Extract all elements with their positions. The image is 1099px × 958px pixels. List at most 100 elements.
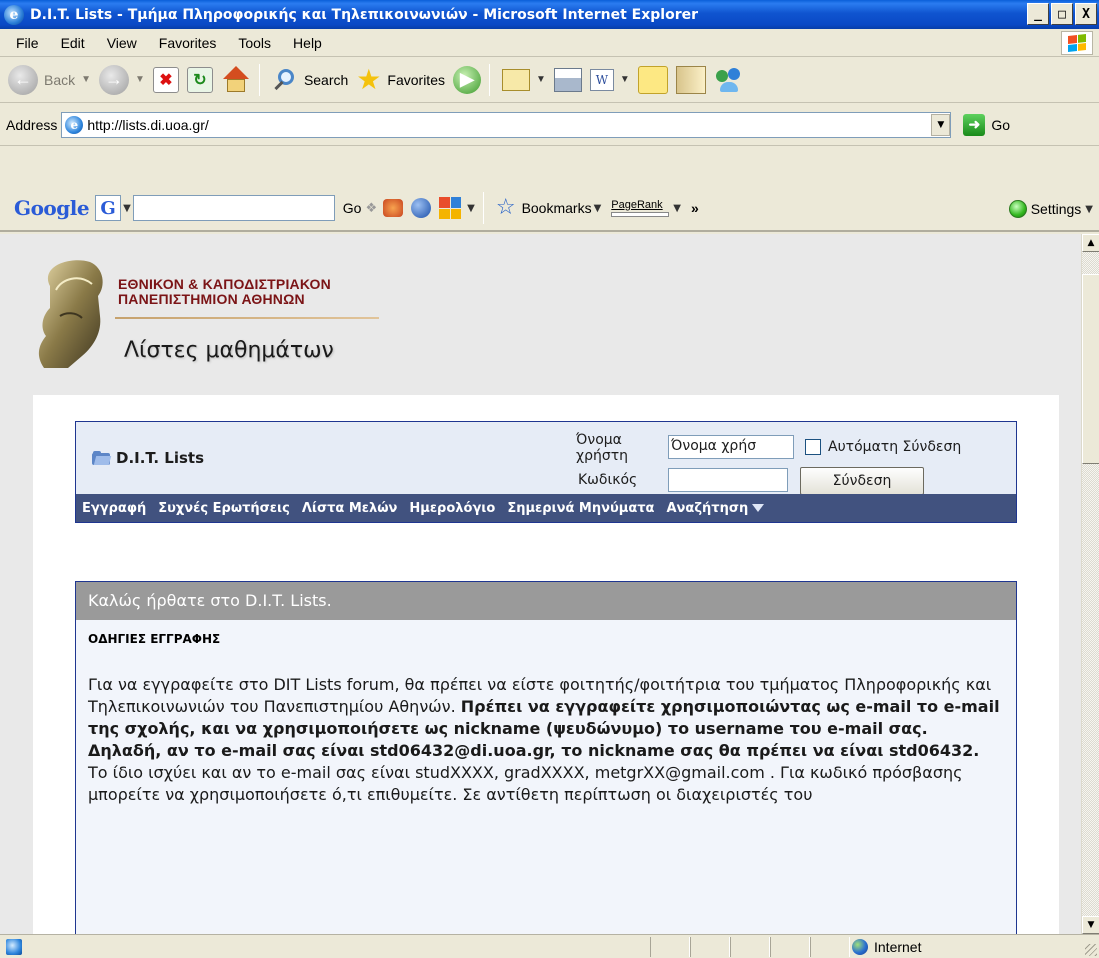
university-line-2: ΠΑΝΕΠΙΣΤΗΜΙΟΝ ΑΘΗΝΩΝ (118, 291, 305, 307)
status-cell (650, 937, 690, 957)
mail-button[interactable]: ▼ (501, 68, 546, 91)
scrollbar-thumb[interactable] (1082, 274, 1099, 464)
bookmarks-button[interactable]: Bookmarks (522, 200, 592, 216)
chevron-down-icon[interactable]: ▼ (620, 74, 630, 85)
back-arrow-icon: ← (8, 64, 38, 95)
messenger-icon (714, 66, 744, 94)
toolbar-separator (258, 63, 260, 96)
chevron-down-icon[interactable]: ▼ (123, 203, 131, 214)
forward-button[interactable]: → ▼ (99, 64, 145, 95)
google-news-icon[interactable] (383, 199, 404, 217)
security-zone[interactable]: Internet (852, 937, 921, 957)
close-button[interactable]: X (1075, 3, 1097, 25)
edit-word-button[interactable]: W ▼ (589, 68, 630, 91)
resize-grip-icon[interactable] (1085, 944, 1097, 956)
maximize-button[interactable]: □ (1051, 3, 1073, 25)
scroll-down-icon[interactable]: ▼ (1082, 916, 1099, 934)
menu-view[interactable]: View (103, 33, 141, 53)
nav-calendar[interactable]: Ημερολόγιο (409, 501, 495, 516)
search-button[interactable]: Search (272, 67, 348, 93)
go-label: Go (991, 116, 1011, 133)
welcome-title: Καλώς ήρθατε στο D.I.T. Lists. (76, 582, 1016, 620)
nav-todays-posts[interactable]: Σημερινά Μηνύματα (507, 501, 654, 516)
zone-label: Internet (874, 939, 922, 955)
menu-favorites[interactable]: Favorites (155, 33, 221, 53)
media-button[interactable]: ▶ (452, 65, 481, 94)
more-button[interactable]: » (691, 200, 699, 216)
toolbar-separator (488, 63, 490, 96)
site-tagline: Λίστες μαθημάτων (124, 338, 334, 363)
stop-icon: ✖ (152, 66, 179, 93)
bookmark-star-icon: ☆ (495, 195, 516, 220)
messenger-button[interactable] (714, 66, 744, 94)
forum-header-top: D.I.T. Lists Όνομα χρήστη Όνομα χρήσ Αυτ… (76, 422, 1016, 495)
nav-register[interactable]: Εγγραφή (82, 501, 146, 516)
menu-help[interactable]: Help (289, 33, 326, 53)
home-button[interactable] (221, 65, 251, 94)
google-logo[interactable]: Google (14, 196, 90, 220)
chevron-down-icon[interactable]: ▼ (673, 203, 681, 214)
forum-title-link[interactable]: D.I.T. Lists (92, 449, 204, 467)
status-cells (650, 937, 850, 957)
stop-button[interactable]: ✖ (152, 66, 179, 93)
forum-navbar: Εγγραφή Συχνές Ερωτήσεις Λίστα Μελών Ημε… (76, 494, 1016, 522)
google-search-input[interactable] (132, 195, 335, 221)
globe-icon (852, 939, 868, 955)
address-input[interactable]: e http://lists.di.uoa.gr/ ▼ (61, 111, 952, 138)
pagerank-indicator[interactable]: PageRank (611, 199, 670, 217)
home-icon (221, 65, 251, 94)
mail-icon (501, 68, 530, 91)
status-cell (810, 937, 850, 957)
menu-tools[interactable]: Tools (234, 33, 275, 53)
print-button[interactable] (553, 67, 582, 92)
autologin-checkbox[interactable] (805, 439, 821, 455)
popup-blocker-icon[interactable] (439, 197, 462, 219)
page-content: D.I.T. Lists Όνομα χρήστη Όνομα χρήσ Αυτ… (33, 395, 1059, 934)
welcome-paragraph-2: Το ίδιο ισχύει και αν το e-mail σας είνα… (88, 763, 963, 804)
chevron-down-icon[interactable]: ▼ (536, 74, 546, 85)
menu-file[interactable]: File (12, 33, 43, 53)
favorites-label: Favorites (387, 71, 445, 88)
window-title-bar: e D.I.T. Lists - Τμήμα Πληροφορικής και … (0, 0, 1099, 29)
google-logo-text: Google (14, 196, 90, 220)
go-button[interactable]: ➜ Go (963, 113, 1011, 136)
word-icon: W (589, 68, 614, 91)
google-g-icon: G (95, 195, 122, 221)
google-menu[interactable]: G ▼ (95, 195, 131, 221)
university-name: ΕΘΝΙΚΟΝ & ΚΑΠΟΔΙΣΤΡΙΑΚΟΝ ΠΑΝΕΠΙΣΤΗΜΙΟΝ Α… (118, 277, 331, 307)
notes-button[interactable] (637, 65, 668, 94)
login-button[interactable]: Σύνδεση (800, 467, 924, 495)
printer-icon (553, 67, 582, 92)
back-button[interactable]: ← Back ▼ (8, 64, 91, 95)
menu-bar: File Edit View Favorites Tools Help (0, 29, 1099, 57)
password-input[interactable] (668, 468, 788, 492)
google-globe-icon[interactable] (411, 198, 432, 218)
standard-toolbar: ← Back ▼ → ▼ ✖ ↻ Search ★ Favorites ▶ ▼ (0, 57, 1099, 103)
favorites-button[interactable]: ★ Favorites (356, 65, 445, 94)
menu-edit[interactable]: Edit (57, 33, 89, 53)
settings-button[interactable]: Settings ▼ (1008, 200, 1093, 218)
chevron-down-icon[interactable]: ▼ (81, 74, 91, 85)
nav-search[interactable]: Αναζήτηση (666, 501, 765, 516)
chevron-down-icon[interactable]: ▼ (135, 74, 145, 85)
refresh-button[interactable]: ↻ (186, 66, 213, 93)
pagerank-bar (611, 212, 670, 217)
chevron-down-icon[interactable]: ▼ (467, 203, 475, 214)
scroll-up-icon[interactable]: ▲ (1082, 234, 1099, 252)
username-input[interactable]: Όνομα χρήσ (668, 435, 794, 459)
page-viewport: ΕΘΝΙΚΟΝ & ΚΑΠΟΔΙΣΤΡΙΑΚΟΝ ΠΑΝΕΠΙΣΤΗΜΙΟΝ Α… (0, 234, 1081, 934)
status-cell (730, 937, 770, 957)
welcome-panel: Καλώς ήρθατε στο D.I.T. Lists. ΟΔΗΓΙΕΣ Ε… (75, 581, 1017, 934)
minimize-button[interactable]: _ (1027, 3, 1049, 25)
nav-faq[interactable]: Συχνές Ερωτήσεις (158, 501, 290, 516)
research-button[interactable] (675, 65, 706, 94)
address-url[interactable]: http://lists.di.uoa.gr/ (87, 117, 208, 133)
vertical-scrollbar[interactable]: ▲ ▼ (1081, 234, 1099, 934)
username-label: Όνομα χρήστη (576, 432, 629, 464)
google-go-button[interactable]: Go (343, 200, 362, 216)
chevron-down-icon[interactable]: ▼ (594, 203, 602, 214)
address-dropdown-icon[interactable]: ▼ (931, 113, 951, 136)
status-cell (770, 937, 810, 957)
forum-title: D.I.T. Lists (116, 449, 205, 467)
nav-members[interactable]: Λίστα Μελών (302, 501, 398, 516)
